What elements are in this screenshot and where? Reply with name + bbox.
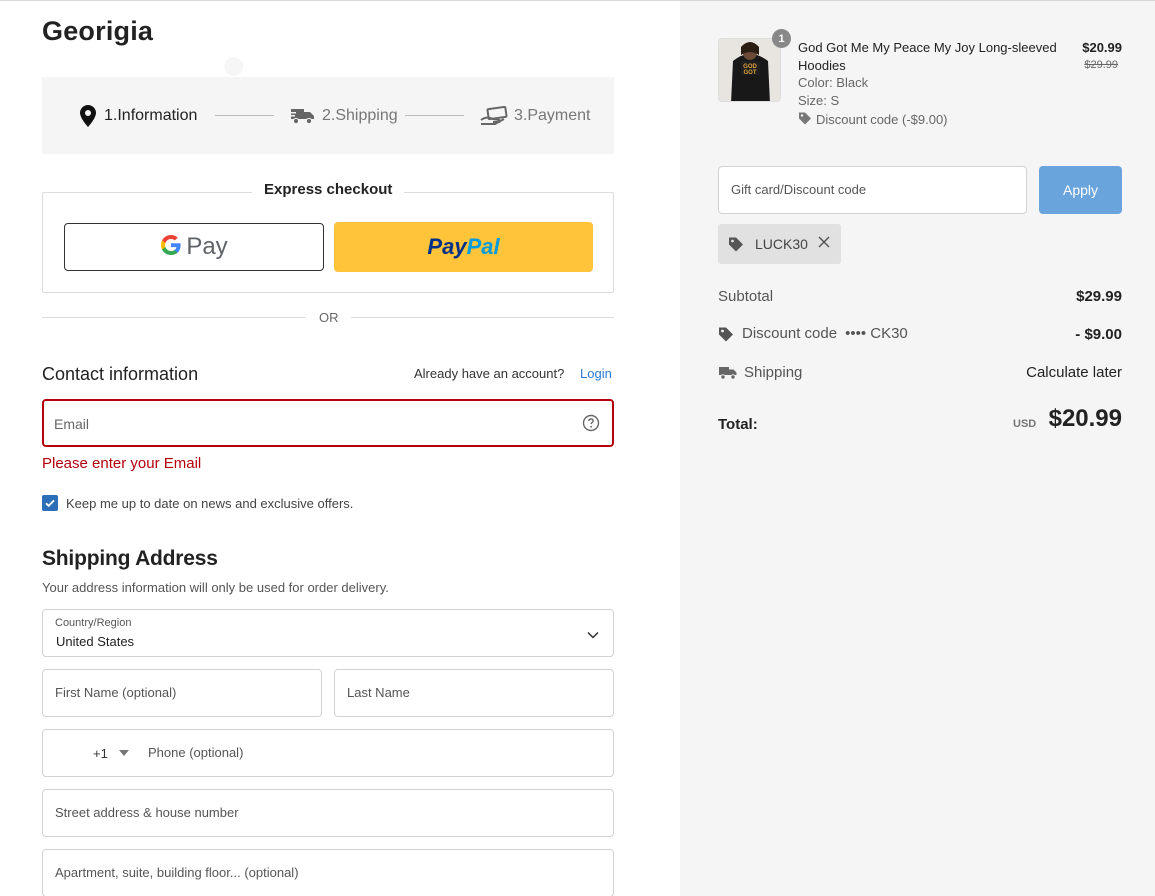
phone-country-code[interactable]: +1 <box>93 746 108 761</box>
discount-code-masked: •••• CK30 <box>845 325 908 342</box>
google-g-icon <box>160 234 182 261</box>
tag-icon <box>728 236 744 257</box>
country-value: United States <box>56 634 135 649</box>
newsletter-label[interactable]: Keep me up to date on news and exclusive… <box>66 496 353 511</box>
store-title: Georigia <box>42 16 154 46</box>
step-connector <box>405 115 464 116</box>
order-summary-panel <box>680 1 1155 896</box>
first-name-input[interactable] <box>55 685 305 700</box>
step-connector <box>215 115 274 116</box>
or-divider-left <box>42 317 306 318</box>
subtotal-label: Subtotal <box>718 288 774 305</box>
phone-field: +1 <box>42 729 614 777</box>
last-name-field <box>334 669 614 717</box>
tag-icon <box>718 326 734 342</box>
gift-card-field <box>718 166 1027 214</box>
or-divider-text: OR <box>319 310 339 325</box>
subtotal-value: $29.99 <box>1076 288 1122 305</box>
quantity-badge: 1 <box>772 29 791 48</box>
applied-code-chip: LUCK30 <box>718 224 841 264</box>
last-name-input[interactable] <box>347 685 597 700</box>
email-error-message: Please enter your Email <box>42 455 202 472</box>
total-currency: USD <box>1013 418 1037 430</box>
express-checkout-title: Express checkout <box>252 181 405 198</box>
truck-icon <box>290 106 316 126</box>
shipping-row: Shipping <box>718 364 802 381</box>
step-payment-label: 3.Payment <box>514 107 591 124</box>
truck-icon <box>718 365 738 381</box>
step-shipping-label: 2.Shipping <box>322 107 398 124</box>
apply-button[interactable]: Apply <box>1039 166 1122 214</box>
login-link[interactable]: Login <box>580 366 612 381</box>
paypal-logo-part2: Pal <box>466 234 500 259</box>
help-circle-icon[interactable] <box>582 414 600 432</box>
location-pin-icon <box>78 104 98 128</box>
email-input[interactable] <box>54 414 574 434</box>
google-pay-label: Pay <box>186 233 228 260</box>
email-field-wrapper <box>42 399 614 447</box>
contact-information-title: Contact information <box>42 364 199 384</box>
step-information[interactable]: 1.Information <box>78 103 197 129</box>
country-select[interactable]: Country/Region United States <box>42 609 614 657</box>
shipping-address-title: Shipping Address <box>42 547 218 570</box>
chevron-down-icon <box>587 627 599 645</box>
product-thumbnail: GOD GOT <box>718 38 781 102</box>
applied-code-label: LUCK30 <box>755 236 808 252</box>
checkmark-icon <box>45 499 55 508</box>
total-value: $20.99 <box>1048 405 1122 432</box>
step-payment[interactable]: 3.Payment <box>480 103 590 129</box>
discount-label: Discount code <box>742 325 838 342</box>
shipping-value: Calculate later <box>1026 364 1122 381</box>
apartment-field <box>42 849 614 896</box>
paypal-button[interactable]: Pay Pal <box>334 222 593 272</box>
discount-row: Discount code •••• CK30 <box>718 325 908 342</box>
gift-card-input[interactable] <box>731 182 1011 197</box>
product-size: Size: S <box>798 93 840 108</box>
product-color: Color: Black <box>798 75 869 90</box>
shipping-label: Shipping <box>744 364 803 381</box>
product-original-price: $29.99 <box>1084 59 1118 71</box>
or-divider-right <box>351 317 614 318</box>
google-pay-button[interactable]: Pay <box>64 223 324 271</box>
apartment-input[interactable] <box>55 865 595 880</box>
discount-value: - $9.00 <box>1075 326 1122 343</box>
step-information-label: 1.Information <box>104 107 198 124</box>
account-question: Already have an account? <box>414 366 565 381</box>
street-address-input[interactable] <box>55 805 595 820</box>
hand-card-icon <box>480 106 508 126</box>
product-discount-label: Discount code (-$9.00) <box>816 112 948 127</box>
shipping-address-subtitle: Your address information will only be us… <box>42 580 389 595</box>
step-shipping[interactable]: 2.Shipping <box>290 103 398 129</box>
newsletter-checkbox[interactable] <box>42 495 58 511</box>
product-discount: Discount code (-$9.00) <box>798 111 948 128</box>
tag-icon <box>798 111 812 128</box>
product-price: $20.99 <box>1082 40 1122 55</box>
phone-input[interactable] <box>148 745 588 760</box>
first-name-field <box>42 669 322 717</box>
remove-code-close-icon[interactable] <box>817 235 831 249</box>
product-name: God Got Me My Peace My Joy Long-sleeved … <box>798 40 1057 73</box>
caret-down-icon[interactable] <box>119 750 129 756</box>
street-address-field <box>42 789 614 837</box>
checkout-steps: 1.Information 2.Shipping 3.Payment <box>42 77 614 154</box>
total-label: Total: <box>718 416 758 433</box>
country-label: Country/Region <box>55 617 132 629</box>
svg-text:GOT: GOT <box>744 70 757 76</box>
paypal-logo-part1: Pay <box>427 234 467 259</box>
